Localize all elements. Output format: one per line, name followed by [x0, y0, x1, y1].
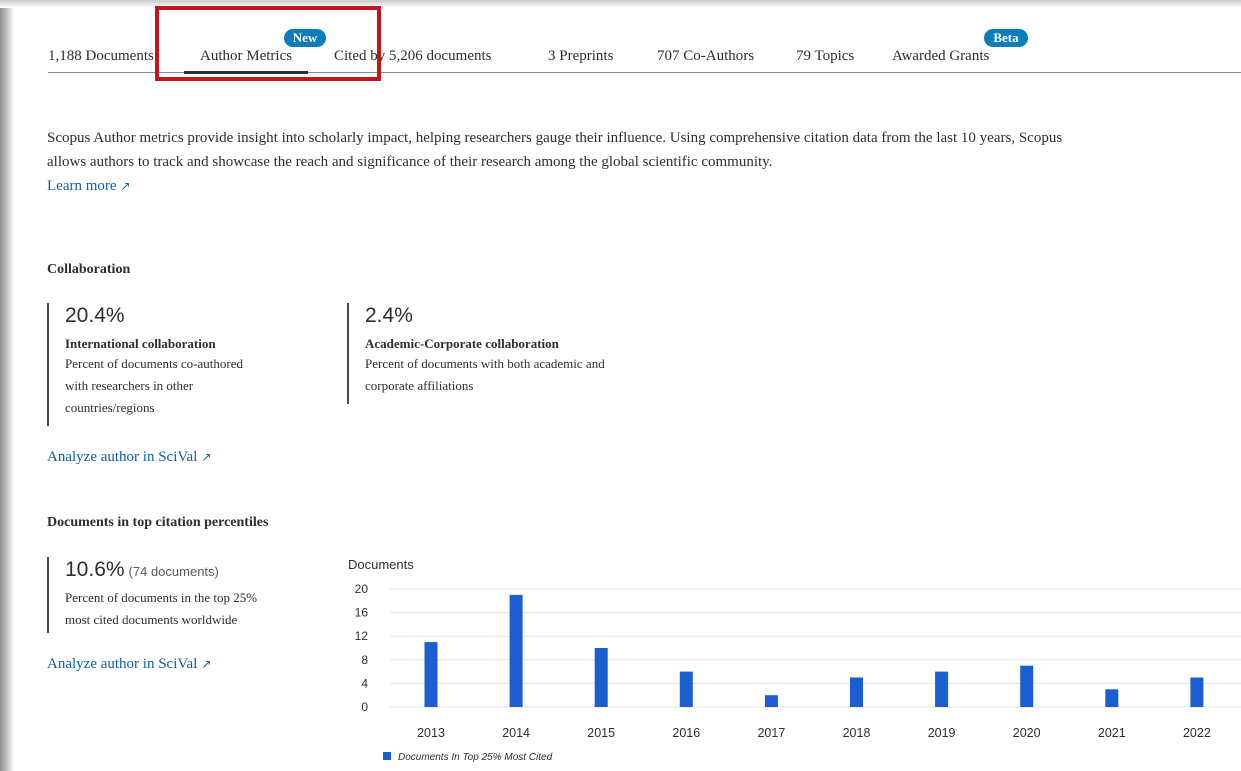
- chart-bar: [594, 648, 608, 707]
- x-tick-label: 2018: [843, 726, 871, 740]
- y-tick-label: 20: [355, 582, 369, 596]
- external-link-icon: ↗: [201, 450, 212, 464]
- top-percentile-metric: 10.6% (74 documents) Percent of documents…: [47, 557, 257, 633]
- analyze-scival-link-collaboration[interactable]: Analyze author in SciVal ↗: [47, 448, 211, 466]
- x-tick-label: 2015: [587, 726, 615, 740]
- chart-bar: [679, 671, 693, 707]
- metrics-intro-text: Scopus Author metrics provide insight in…: [47, 130, 1063, 170]
- top-percentile-desc-2: most cited documents worldwide: [65, 612, 238, 627]
- x-tick-label: 2013: [417, 726, 445, 740]
- academic-corporate-metric: 2.4% Academic-Corporate collaboration Pe…: [347, 303, 605, 404]
- academic-corporate-desc-2: corporate affiliations: [365, 378, 474, 393]
- y-tick-label: 8: [361, 653, 368, 667]
- academic-corporate-desc-1: Percent of documents with both academic …: [365, 356, 605, 371]
- chart-bar: [1020, 665, 1034, 707]
- top-cited-documents-chart: Documents 0 4 8 12 16 20 2013 2014 2015 2016 2017 20…: [348, 557, 1241, 763]
- international-collaboration-value: 20.4%: [65, 304, 125, 327]
- x-tick-label: 2020: [1013, 726, 1041, 740]
- x-tick-label: 2016: [672, 726, 700, 740]
- academic-corporate-value: 2.4%: [365, 304, 413, 327]
- learn-more-label: Learn more: [47, 178, 117, 194]
- learn-more-link[interactable]: Learn more ↗: [47, 177, 131, 195]
- tab-topics[interactable]: 79 Topics: [796, 48, 854, 65]
- chart-bar: [935, 671, 949, 707]
- y-tick-label: 0: [361, 700, 368, 714]
- external-link-icon: ↗: [120, 179, 131, 193]
- chart-bar: [424, 642, 438, 707]
- top-percentile-count: (74 documents): [128, 564, 219, 579]
- academic-corporate-label: Academic-Corporate collaboration: [365, 336, 559, 351]
- analyze-scival-link-percentiles[interactable]: Analyze author in SciVal ↗: [47, 655, 211, 673]
- y-tick-label: 12: [355, 629, 369, 643]
- x-tick-label: 2019: [928, 726, 956, 740]
- window-edge-shadow: [0, 0, 14, 771]
- y-tick-label: 4: [361, 676, 368, 690]
- analyze-scival-label: Analyze author in SciVal: [47, 656, 198, 672]
- x-tick-label: 2014: [502, 726, 530, 740]
- x-tick-label: 2017: [757, 726, 785, 740]
- tab-documents[interactable]: 1,188 Documents: [48, 48, 154, 65]
- highlight-annotation-box: [155, 6, 381, 81]
- chart-bar: [1105, 689, 1119, 707]
- international-collaboration-desc-2: with researchers in other: [65, 378, 194, 393]
- chart-bar: [764, 695, 778, 707]
- international-collaboration-label: International collaboration: [65, 336, 216, 351]
- y-tick-label: 16: [355, 606, 369, 620]
- international-collaboration-desc-3: countries/regions: [65, 400, 155, 415]
- chart-bar: [1190, 677, 1204, 707]
- y-axis-title: Documents: [348, 557, 414, 572]
- top-percentile-value: 10.6%: [65, 558, 125, 581]
- tab-awarded-grants[interactable]: Awarded Grants: [892, 48, 989, 65]
- chart-bar: [509, 594, 523, 707]
- beta-badge: Beta: [984, 29, 1028, 47]
- x-tick-label: 2021: [1098, 726, 1126, 740]
- top-percentiles-heading: Documents in top citation percentiles: [47, 515, 269, 530]
- external-link-icon: ↗: [201, 657, 212, 671]
- legend-label: Documents In Top 25% Most Cited: [398, 752, 553, 763]
- international-collaboration-metric: 20.4% International collaboration Percen…: [47, 303, 243, 426]
- top-percentile-desc-1: Percent of documents in the top 25%: [65, 590, 258, 605]
- collaboration-heading: Collaboration: [47, 262, 131, 277]
- chart-bar: [850, 677, 863, 707]
- tab-preprints[interactable]: 3 Preprints: [548, 48, 613, 65]
- x-tick-label: 2022: [1183, 726, 1211, 740]
- tab-co-authors[interactable]: 707 Co-Authors: [657, 48, 754, 65]
- analyze-scival-label: Analyze author in SciVal: [47, 449, 198, 465]
- international-collaboration-desc-1: Percent of documents co-authored: [65, 356, 243, 371]
- legend-swatch: [383, 752, 391, 760]
